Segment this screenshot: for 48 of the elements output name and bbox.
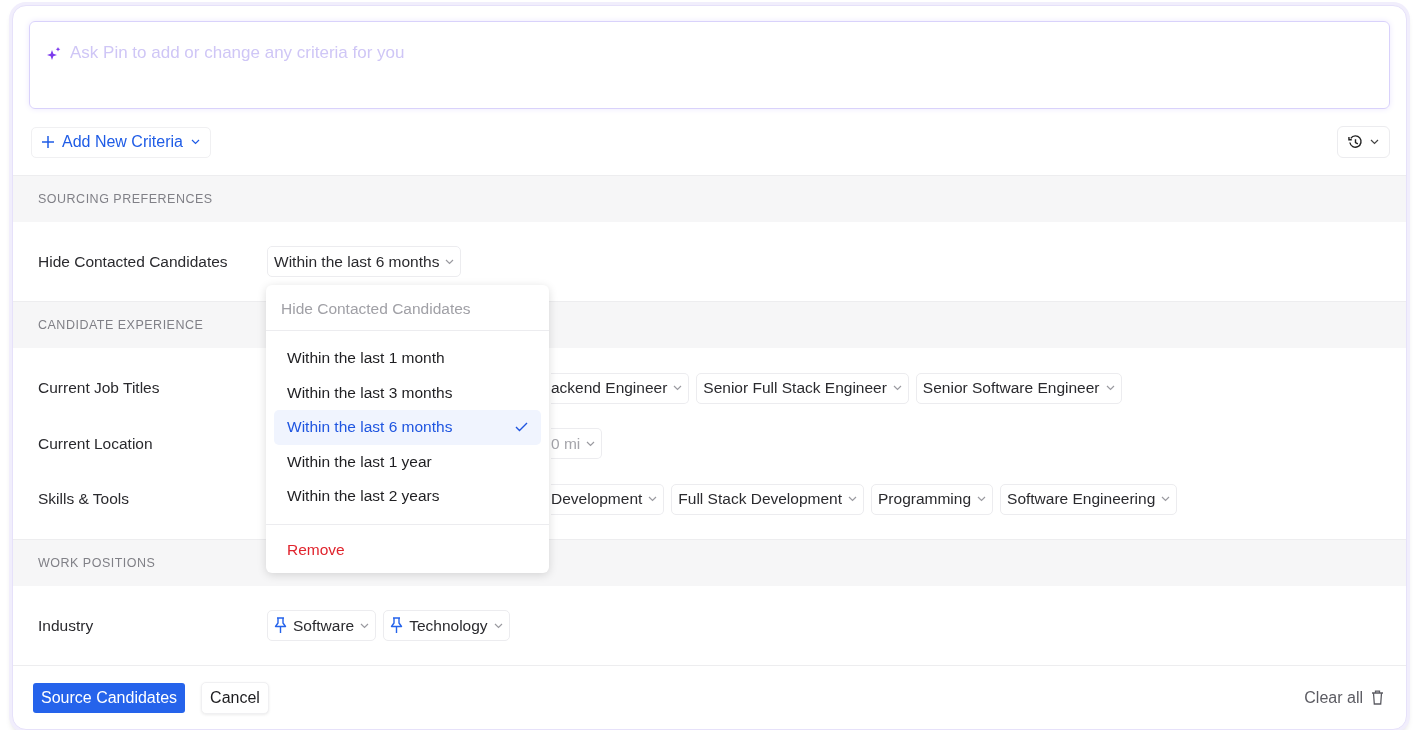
- criteria-chip[interactable]: Technology: [383, 610, 510, 642]
- trash-icon: [1371, 690, 1384, 706]
- chevron-down-icon: [648, 496, 658, 503]
- chevron-down-icon: [1161, 496, 1171, 503]
- criteria-label: Current Location: [38, 434, 154, 453]
- remove-option[interactable]: Remove: [266, 524, 549, 573]
- criteria-label: Industry: [38, 616, 95, 635]
- criteria-chip[interactable]: Programming: [871, 483, 994, 515]
- prompt-field[interactable]: Ask Pin to add or change any criteria for you: [70, 43, 1373, 63]
- chevron-down-icon: [190, 139, 200, 145]
- chevron-down-icon: [586, 440, 596, 447]
- check-icon: [515, 422, 528, 433]
- sparkle-icon: [46, 46, 62, 62]
- criteria-chip[interactable]: Full Stack Development: [671, 483, 864, 515]
- menu-option[interactable]: Within the last 6 months: [274, 410, 541, 445]
- chevron-down-icon: [493, 622, 503, 629]
- plus-icon: [42, 136, 54, 148]
- pin-icon: [390, 617, 404, 635]
- clear-all-button[interactable]: Clear all: [1304, 688, 1384, 707]
- section-header: SOURCING PREFERENCES: [13, 175, 1406, 223]
- criteria-chip[interactable]: Software Engineering: [1000, 483, 1178, 515]
- source-candidates-button[interactable]: Source Candidates: [33, 682, 186, 713]
- add-criteria-button[interactable]: Add New Criteria: [31, 126, 211, 158]
- chevron-down-icon: [1105, 385, 1115, 392]
- chevron-down-icon: [848, 496, 857, 503]
- chevron-down-icon: [1370, 139, 1379, 145]
- criteria-chip[interactable]: Development: [551, 483, 665, 515]
- chevron-down-icon: [673, 385, 683, 392]
- chevron-down-icon: [360, 622, 370, 629]
- history-button[interactable]: [1337, 126, 1390, 158]
- menu-option[interactable]: Within the last 1 year: [274, 444, 541, 479]
- criteria-label: Skills & Tools: [38, 490, 131, 509]
- criteria-label: Current Job Titles: [38, 379, 161, 398]
- cancel-button[interactable]: Cancel: [201, 681, 269, 714]
- criteria-chip[interactable]: Senior Software Engineer: [915, 372, 1122, 404]
- criteria-chip[interactable]: Software: [267, 610, 377, 642]
- chevron-down-icon: [892, 385, 902, 392]
- menu-option[interactable]: Within the last 3 months: [274, 375, 541, 410]
- history-icon: [1348, 134, 1363, 150]
- criteria-chip[interactable]: ackend Engineer: [551, 372, 690, 404]
- pin-icon: [274, 617, 287, 635]
- criteria-chip[interactable]: Within the last 6 months: [267, 246, 462, 278]
- criteria-chip[interactable]: Senior Full Stack Engineer: [696, 372, 909, 404]
- menu-title: Hide Contacted Candidates: [266, 285, 549, 331]
- menu-option[interactable]: Within the last 2 years: [274, 479, 541, 514]
- chevron-down-icon: [445, 258, 455, 265]
- criteria-label: Hide Contacted Candidates: [38, 252, 229, 271]
- chevron-down-icon: [977, 496, 987, 503]
